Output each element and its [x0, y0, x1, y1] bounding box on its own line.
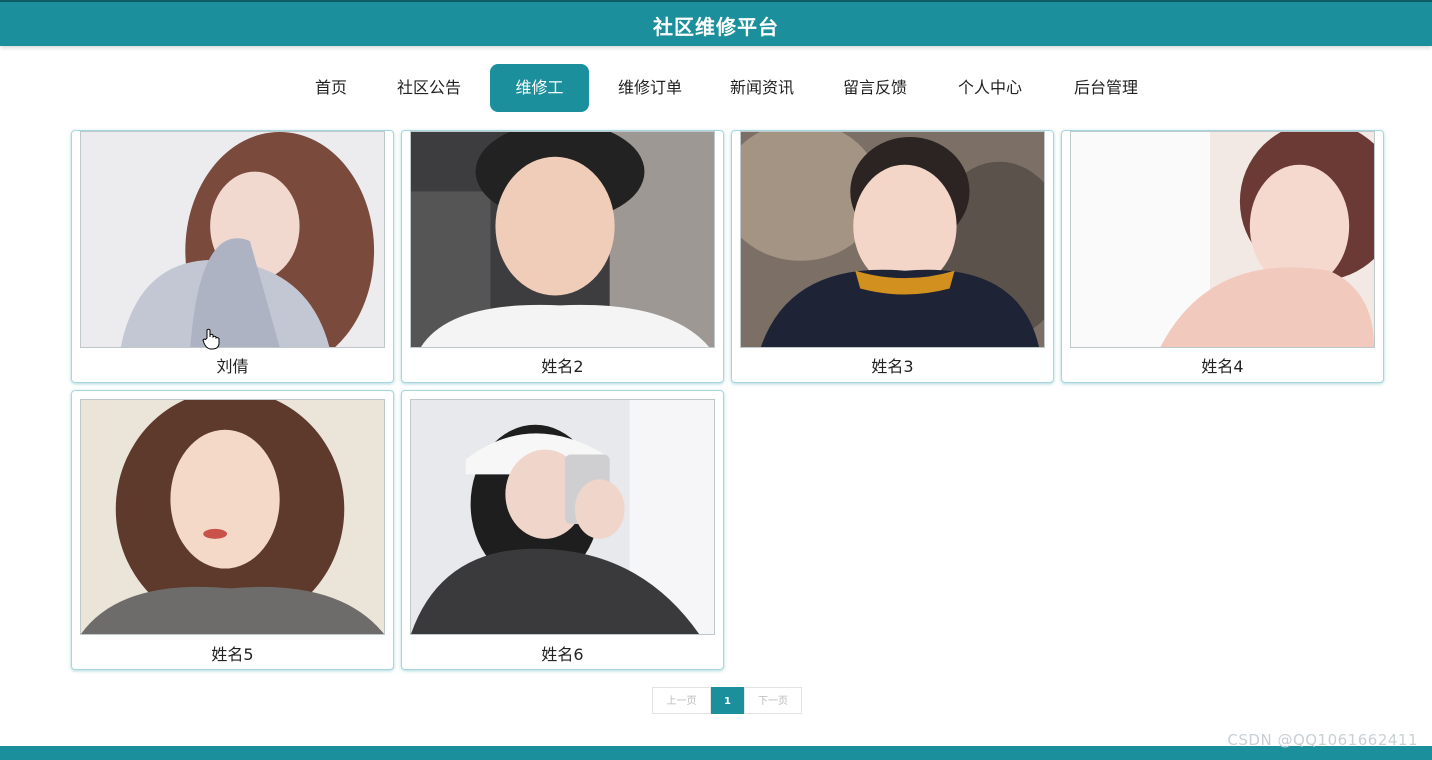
main-nav: 首页 社区公告 维修工 维修订单 新闻资讯 留言反馈 个人中心 后台管理 — [0, 64, 1432, 112]
pagination: 上一页 1 下一页 — [652, 687, 802, 714]
worker-photo[interactable] — [80, 131, 385, 348]
worker-card[interactable]: 刘倩 — [71, 130, 394, 383]
nav-item-news[interactable]: 新闻资讯 — [721, 64, 803, 112]
nav-item-announcements[interactable]: 社区公告 — [388, 64, 470, 112]
worker-name: 姓名4 — [1201, 357, 1244, 376]
hand-cursor-icon — [202, 328, 220, 350]
worker-card[interactable]: 姓名5 — [71, 390, 394, 670]
worker-card[interactable]: 姓名4 — [1061, 130, 1384, 383]
worker-photo[interactable] — [1070, 131, 1375, 348]
prev-page-button[interactable]: 上一页 — [652, 687, 711, 714]
watermark: CSDN @QQ1061662411 — [1227, 731, 1418, 749]
worker-photo[interactable] — [80, 399, 385, 635]
nav-item-personal-center[interactable]: 个人中心 — [949, 64, 1031, 112]
worker-card[interactable]: 姓名6 — [401, 390, 724, 670]
nav-item-repair-orders[interactable]: 维修订单 — [609, 64, 691, 112]
worker-name: 姓名2 — [541, 357, 584, 376]
worker-card[interactable]: 姓名3 — [731, 130, 1054, 383]
site-title: 社区维修平台 — [653, 15, 779, 39]
next-page-button[interactable]: 下一页 — [744, 687, 802, 714]
worker-card[interactable]: 姓名2 — [401, 130, 724, 383]
top-header: 社区维修平台 — [0, 0, 1432, 46]
nav-item-home[interactable]: 首页 — [306, 64, 356, 112]
worker-name: 姓名5 — [211, 645, 254, 664]
worker-name: 姓名3 — [871, 357, 914, 376]
worker-photo[interactable] — [410, 131, 715, 348]
footer-bar — [0, 746, 1432, 760]
worker-photo[interactable] — [740, 131, 1045, 348]
page-1-button[interactable]: 1 — [711, 687, 744, 714]
worker-photo[interactable] — [410, 399, 715, 635]
nav-item-admin[interactable]: 后台管理 — [1065, 64, 1147, 112]
nav-item-repair-workers[interactable]: 维修工 — [490, 64, 589, 112]
worker-name: 刘倩 — [216, 357, 249, 376]
worker-name: 姓名6 — [541, 645, 584, 664]
nav-item-feedback[interactable]: 留言反馈 — [834, 64, 916, 112]
